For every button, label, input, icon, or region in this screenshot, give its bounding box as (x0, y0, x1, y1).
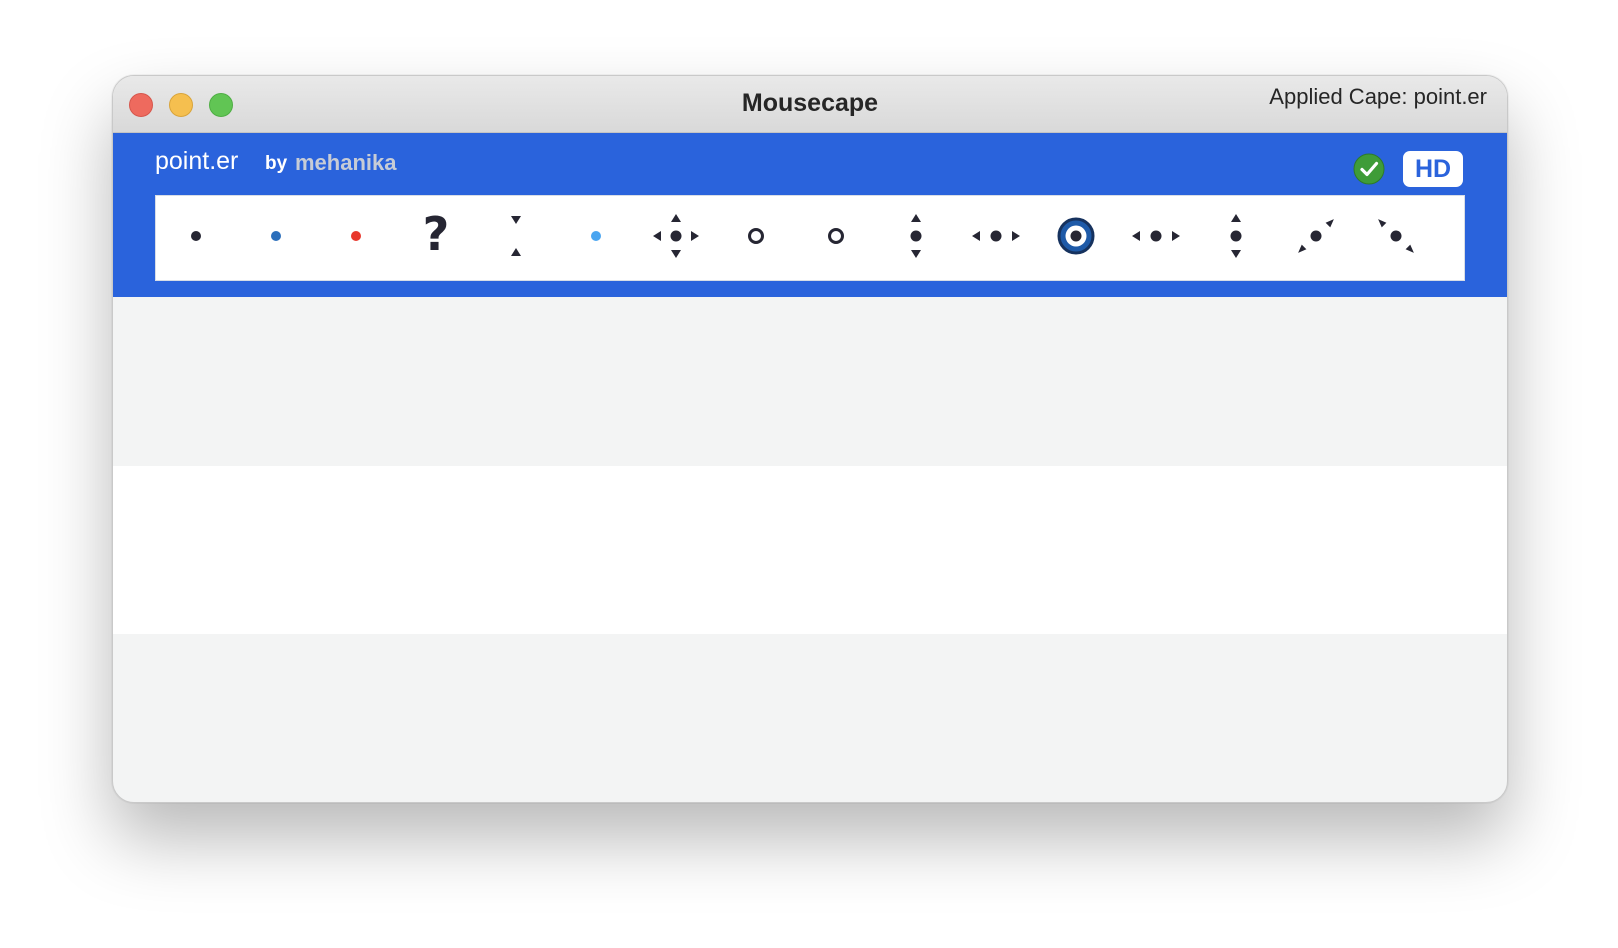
title-bar: Mousecape Applied Cape: point.er (113, 76, 1507, 133)
context-dot-cursor-icon (556, 196, 636, 280)
cape-author: mehanika (295, 150, 397, 175)
applied-check-icon (1353, 153, 1385, 185)
empty-list-row (113, 466, 1507, 634)
resize-up-down-cursor-icon (476, 196, 556, 280)
resize-vertical-cursor-icon (1196, 196, 1276, 280)
resize-diagonal-nw-cursor-icon (1356, 196, 1436, 280)
not-allowed-dot-cursor-icon (316, 196, 396, 280)
ring-cursor-icon (716, 196, 796, 280)
cape-by-label: by (265, 153, 288, 174)
busy-target-cursor-icon (1036, 196, 1116, 280)
cape-row-point-er[interactable]: point.er by mehanika HD ? (113, 133, 1507, 297)
resize-vertical-cursor-icon (876, 196, 956, 280)
resize-horizontal-cursor-icon (1116, 196, 1196, 280)
resize-diagonal-ne-cursor-icon (1276, 196, 1356, 280)
help-question-cursor-icon: ? (396, 196, 476, 280)
resize-horizontal-cursor-icon (956, 196, 1036, 280)
arrow-dot-cursor-icon (156, 196, 236, 280)
cape-name: point.er (155, 147, 239, 175)
mousecape-window: Mousecape Applied Cape: point.er point.e… (112, 75, 1508, 803)
svg-text:?: ? (423, 207, 450, 261)
move-cursor-icon (636, 196, 716, 280)
ring-cursor-icon (796, 196, 876, 280)
link-dot-cursor-icon (236, 196, 316, 280)
applied-cape-status: Applied Cape: point.er (1269, 84, 1487, 109)
hd-badge: HD (1403, 151, 1463, 187)
cursor-preview-strip: ? (155, 195, 1465, 281)
